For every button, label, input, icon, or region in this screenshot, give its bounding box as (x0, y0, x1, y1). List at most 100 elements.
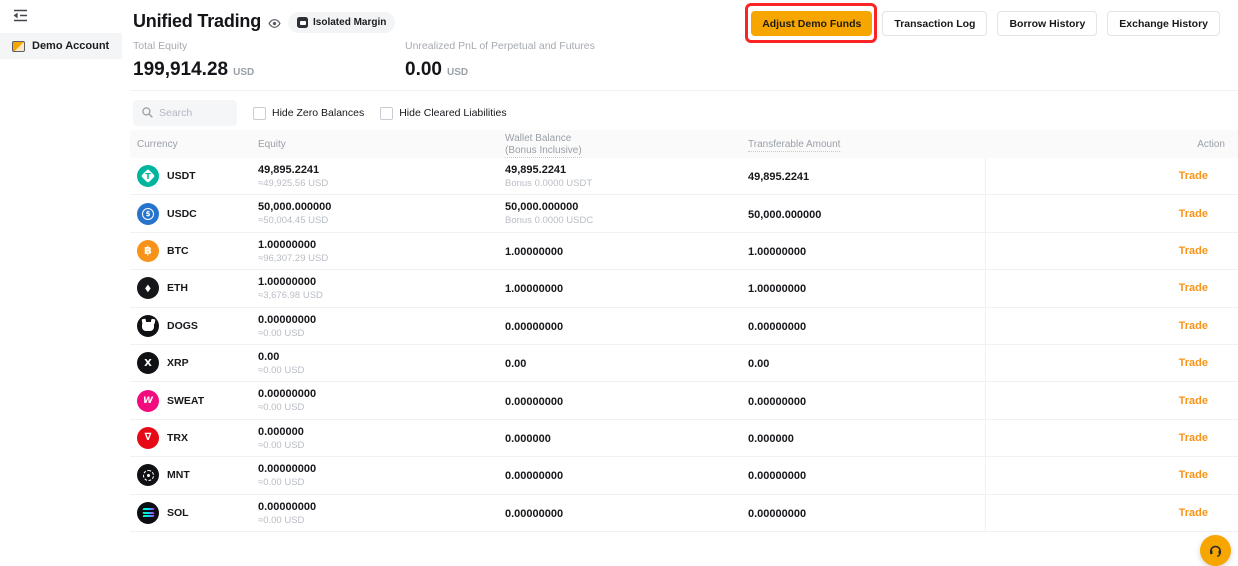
transferable-value: 0.00000000 (748, 507, 807, 520)
equity-cell: 1.00000000 ≈96,307.29 USD (258, 239, 328, 264)
hide-cleared-liabilities-checkbox[interactable]: Hide Cleared Liabilities (380, 106, 507, 120)
page-title: Unified Trading (133, 11, 262, 31)
icon-glyph (146, 473, 150, 477)
icon-glyph (141, 507, 155, 511)
trade-link[interactable]: Trade (1179, 432, 1208, 444)
search-icon (141, 106, 154, 124)
unrealized-pnl-value: 0.00 (405, 59, 442, 80)
equity-cell: 0.00000000 ≈0.00 USD (258, 463, 316, 488)
icon-glyph: ฿ (144, 244, 152, 258)
equity-value: 0.00000000 (258, 500, 317, 513)
checkbox-icon (380, 106, 394, 120)
transferable-value: 0.000000 (748, 432, 794, 445)
wallet-value: 0.000000 (505, 432, 551, 445)
trade-link[interactable]: Trade (1179, 245, 1208, 257)
transferable-value: 0.00 (748, 358, 770, 371)
wallet-value: 0.00000000 (505, 470, 564, 483)
transferable-cell: 0.00 (748, 354, 769, 372)
currency-symbol: TRX (167, 431, 188, 444)
wallet-value: 1.00000000 (505, 245, 564, 258)
transferable-value: 1.00000000 (748, 245, 807, 258)
adjust-demo-funds-button[interactable]: Adjust Demo Funds (751, 11, 873, 36)
transferable-cell: 0.00000000 (748, 392, 806, 410)
wallet-balance-cell: 0.00 (505, 354, 526, 372)
icon-glyph: X (144, 357, 152, 369)
icon-glyph: W (143, 395, 153, 406)
isolated-margin-badge[interactable]: Isolated Margin (288, 12, 396, 33)
trade-link[interactable]: Trade (1179, 208, 1208, 220)
transferable-value: 0.00000000 (748, 395, 807, 408)
wallet-value: 49,895.2241 (505, 164, 567, 176)
transferable-cell: 0.00000000 (748, 317, 806, 335)
equity-value: 0.00000000 (258, 463, 317, 476)
table-body: T USDT 49,895.2241 ≈49,925.56 USD 49,895.224… (130, 158, 1238, 532)
equity-usd: ≈0.00 USD (258, 477, 305, 489)
header-actions: Adjust Demo Funds Transaction Log Borrow… (745, 3, 1220, 43)
unrealized-pnl-unit: USD (446, 67, 469, 78)
currency-symbol: USDT (167, 170, 196, 183)
trade-link[interactable]: Trade (1179, 282, 1208, 294)
table-row: W SWEAT 0.00000000 ≈0.00 USD 0.00000000 0.000… (130, 382, 1238, 420)
table-row: DOGS 0.00000000 ≈0.00 USD 0.00000000 0.00000… (130, 308, 1238, 345)
currency-symbol: SWEAT (167, 394, 205, 407)
trade-link[interactable]: Trade (1179, 469, 1208, 481)
icon-glyph (150, 318, 155, 325)
xrp-coin-icon: X (137, 352, 159, 375)
wallet-balance-cell: 0.00000000 (505, 504, 563, 522)
unrealized-pnl-label: Unrealized PnL of Perpetual and Futures (405, 40, 595, 52)
icon-glyph: ◆ (145, 282, 151, 294)
trade-link[interactable]: Trade (1179, 357, 1208, 369)
trade-link[interactable]: Trade (1179, 320, 1208, 332)
equity-cell: 0.00 ≈0.00 USD (258, 351, 304, 376)
stats-divider (130, 90, 1238, 91)
col-transferable: Transferable Amount (748, 139, 841, 152)
table-row: ฿ BTC 1.00000000 ≈96,307.29 USD 1.00000000 1.… (130, 233, 1238, 271)
trade-link[interactable]: Trade (1179, 395, 1208, 407)
equity-usd: ≈50,004.45 USD (258, 215, 329, 227)
transferable-cell: 50,000.000000 (748, 205, 821, 223)
currency-symbol: USDC (167, 207, 197, 220)
demo-account-icon (12, 40, 25, 52)
trade-link[interactable]: Trade (1179, 507, 1208, 519)
transferable-cell: 1.00000000 (748, 242, 806, 260)
dogs-coin-icon (137, 314, 159, 337)
visibility-eye-icon[interactable] (268, 17, 281, 30)
title-row: Unified Trading Isolated Margin (133, 10, 396, 33)
transaction-log-button[interactable]: Transaction Log (882, 11, 988, 36)
transferable-value: 50,000.000000 (748, 208, 822, 221)
equity-value: 1.00000000 (258, 238, 317, 251)
borrow-history-button[interactable]: Borrow History (997, 11, 1098, 36)
icon-glyph: ∇ (144, 432, 152, 444)
equity-usd: ≈0.00 USD (258, 439, 305, 451)
wallet-balance-cell: 1.00000000 (505, 242, 563, 260)
wallet-value: 1.00000000 (505, 283, 564, 296)
icon-glyph (141, 318, 155, 332)
icon-glyph (141, 507, 155, 518)
exchange-history-button[interactable]: Exchange History (1107, 11, 1220, 36)
equity-value: 0.00000000 (258, 313, 317, 326)
equity-usd: ≈0.00 USD (258, 327, 305, 339)
equity-value: 49,895.2241 (258, 164, 320, 176)
support-fab-button[interactable] (1200, 535, 1231, 566)
wallet-balance-cell: 1.00000000 (505, 279, 563, 297)
wallet-balance-cell: 50,000.000000 Bonus 0.0000 USDC (505, 201, 593, 226)
collapse-sidebar-icon[interactable] (13, 9, 29, 23)
icon-glyph (141, 511, 155, 514)
wallet-value: 0.00000000 (505, 507, 564, 520)
equity-value: 50,000.000000 (258, 201, 332, 214)
equity-usd: ≈0.00 USD (258, 402, 305, 414)
trade-link[interactable]: Trade (1179, 170, 1208, 182)
sidebar-item-demo-account[interactable]: Demo Account (0, 33, 122, 59)
hide-zero-balances-checkbox[interactable]: Hide Zero Balances (253, 106, 364, 120)
search-box (133, 100, 237, 126)
wallet-balance-cell: 0.00000000 (505, 466, 563, 484)
transferable-value: 49,895.2241 (748, 171, 810, 184)
table-column-divider (985, 158, 986, 532)
equity-cell: 0.00000000 ≈0.00 USD (258, 314, 316, 339)
table-row: X XRP 0.00 ≈0.00 USD 0.00 0.00 Trade (130, 345, 1238, 383)
currency-symbol: XRP (167, 357, 189, 370)
equity-value: 1.00000000 (258, 276, 317, 289)
adjust-demo-funds-wrap: Adjust Demo Funds (745, 3, 878, 43)
table-row: MNT 0.00000000 ≈0.00 USD 0.00000000 0.000000… (130, 457, 1238, 495)
usdt-coin-icon: T (137, 165, 159, 188)
